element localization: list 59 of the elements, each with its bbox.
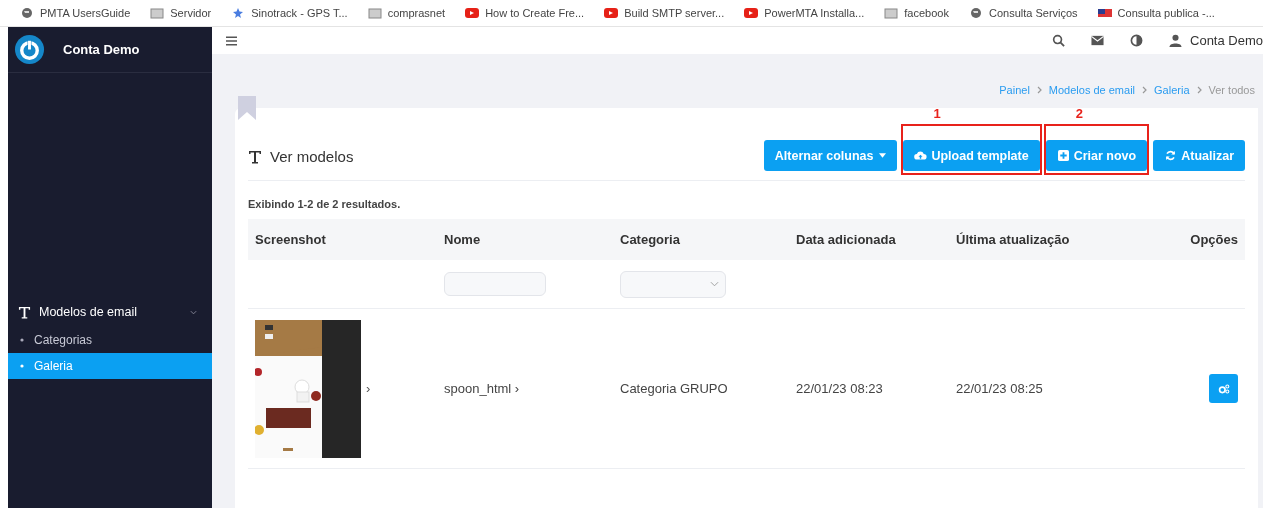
bookmark-item[interactable]: Build SMTP server... (604, 7, 725, 19)
folder-icon (367, 7, 382, 19)
bookmark-icon (238, 96, 256, 120)
mail-icon[interactable] (1091, 34, 1104, 47)
results-summary: Exibindo 1-2 de 2 resultados. (248, 198, 402, 210)
contrast-icon[interactable] (1130, 34, 1143, 47)
text-icon (248, 149, 262, 164)
options-button[interactable] (1209, 374, 1238, 403)
screenshot-link[interactable]: › (366, 381, 371, 396)
bullet-icon (20, 364, 24, 368)
bookmark-item[interactable]: Consulta Serviços (968, 7, 1078, 19)
gears-icon (1217, 383, 1230, 394)
caret-icon (879, 153, 887, 158)
brand-name: Conta Demo (63, 42, 140, 57)
submenu-item[interactable]: Categorias (8, 327, 212, 353)
cloud-upload-icon (914, 150, 928, 161)
column-header: Nome (444, 232, 481, 247)
table-cell: 22/01/23 08:23 (796, 381, 883, 396)
video-icon (744, 7, 759, 19)
card-title: Ver modelos (270, 148, 354, 165)
bookmark-item[interactable]: Sinotrack - GPS T... (231, 7, 348, 19)
table-cell: 22/01/23 08:25 (956, 381, 1043, 396)
video-icon (465, 7, 480, 19)
video-icon (604, 7, 619, 19)
menu-item[interactable]: Modelos de email (8, 297, 212, 327)
power-logo-icon (14, 34, 45, 65)
folder-icon (884, 7, 899, 19)
search-icon[interactable] (1052, 34, 1065, 47)
column-header: Opções (1190, 232, 1238, 247)
bookmark-item[interactable]: Servidor (150, 7, 212, 19)
column-header: Data adicionada (796, 232, 896, 247)
user-icon (1169, 34, 1182, 47)
column-header: Última atualização (956, 232, 1070, 247)
annotation-number: 1 (933, 106, 941, 121)
column-header: Screenshot (255, 232, 326, 247)
template-name-link[interactable]: spoon_html › (444, 381, 520, 396)
bookmark-item[interactable]: PMTA UsersGuide (20, 7, 131, 19)
separator-icon (1142, 86, 1148, 94)
table-cell: Categoria GRUPO (620, 381, 728, 396)
bullet-icon (20, 338, 24, 342)
refresh-icon (1164, 150, 1178, 161)
breadcrumb-current: Ver todos (1208, 84, 1255, 96)
user-menu[interactable]: Conta Demo (1169, 33, 1263, 48)
bookmark-item[interactable]: PowerMTA Installa... (744, 7, 865, 19)
chevron-icon (710, 281, 719, 287)
bookmark-item[interactable]: comprasnet (367, 7, 446, 19)
plus-square-icon (1056, 150, 1070, 161)
annotation-number: 2 (1075, 106, 1083, 121)
flag-icon (1097, 7, 1112, 19)
bookmark-item[interactable]: facebook (884, 7, 949, 19)
bookmark-item[interactable]: How to Create Fre... (465, 7, 585, 19)
folder-icon (150, 7, 165, 19)
separator-icon (1036, 86, 1042, 94)
text-icon (18, 305, 31, 319)
column-header: Categoria (620, 232, 680, 247)
bookmark-item[interactable]: Consulta publica -... (1097, 7, 1215, 19)
menu-icon[interactable] (226, 35, 237, 46)
filter-input[interactable] (444, 272, 546, 296)
separator-icon (1196, 86, 1202, 94)
